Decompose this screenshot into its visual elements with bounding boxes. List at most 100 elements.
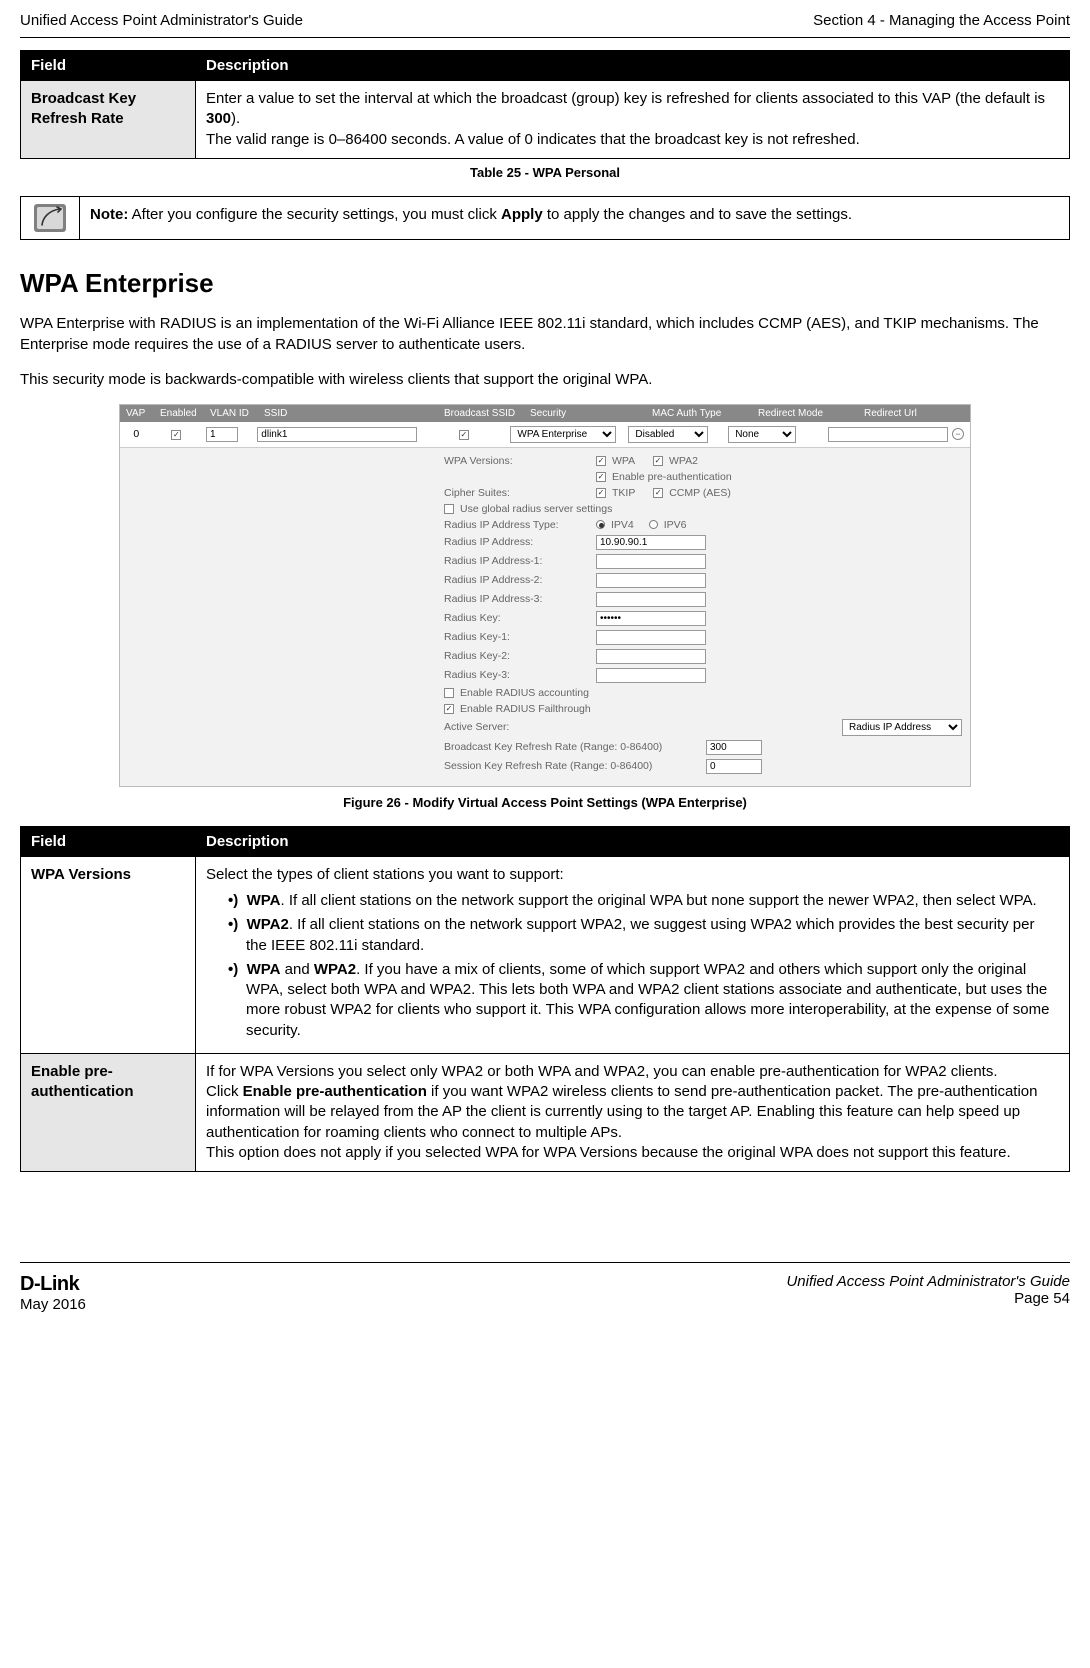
ssid-input[interactable]	[257, 427, 417, 442]
table-col-field: Field	[21, 51, 196, 81]
field-cell: WPA Versions	[21, 856, 196, 1053]
table-row: Enable pre-authentication If for WPA Ver…	[21, 1053, 1070, 1171]
note-text: Note: After you configure the security s…	[79, 197, 862, 239]
col-redirect-mode: Redirect Mode	[752, 405, 858, 422]
col-enabled: Enabled	[154, 405, 204, 422]
radius-ip2-input[interactable]	[596, 573, 706, 588]
config-panel: VAP Enabled VLAN ID SSID Broadcast SSID …	[119, 404, 971, 787]
table-row: Broadcast Key Refresh Rate Enter a value…	[21, 81, 1070, 159]
vap-row: 0 ✓ ✓ WPA Enterprise Disabled None −	[120, 422, 970, 448]
desc-cell: Select the types of client stations you …	[196, 856, 1070, 1053]
security-select[interactable]: WPA Enterprise	[510, 426, 616, 443]
wpa-versions-label: WPA Versions:	[440, 455, 590, 467]
brate-input[interactable]	[706, 740, 762, 755]
field-cell: Enable pre-authentication	[21, 1053, 196, 1171]
ip-type-label: Radius IP Address Type:	[440, 519, 590, 531]
ccmp-label: CCMP (AES)	[669, 487, 731, 499]
col-vlanid: VLAN ID	[204, 405, 258, 422]
col-vap: VAP	[120, 405, 154, 422]
config-header-row: VAP Enabled VLAN ID SSID Broadcast SSID …	[120, 405, 970, 422]
brand-logo: D-Link	[20, 1273, 79, 1295]
desc-cell: If for WPA Versions you select only WPA2…	[196, 1053, 1070, 1171]
divider	[20, 37, 1070, 38]
redirect-mode-select[interactable]: None	[728, 426, 796, 443]
wpa-label: WPA	[612, 455, 635, 467]
footer-date: May 2016	[20, 1296, 86, 1313]
radius-ip-label: Radius IP Address:	[440, 536, 590, 548]
radius-acct-label: Enable RADIUS accounting	[460, 687, 589, 699]
table-col-field: Field	[21, 826, 196, 856]
list-item: •) WPA2. If all client stations on the n…	[228, 915, 1059, 956]
radius-ip-input[interactable]	[596, 535, 706, 550]
paragraph: WPA Enterprise with RADIUS is an impleme…	[20, 313, 1070, 355]
radius-key3-input[interactable]	[596, 668, 706, 683]
radius-ip3-label: Radius IP Address-3:	[440, 593, 590, 605]
radius-key1-label: Radius Key-1:	[440, 631, 590, 643]
ipv6-radio[interactable]	[649, 520, 658, 529]
table-col-desc: Description	[196, 51, 1070, 81]
mac-auth-select[interactable]: Disabled	[628, 426, 708, 443]
wpa2-checkbox[interactable]: ✓	[653, 456, 663, 466]
radius-key-label: Radius Key:	[440, 612, 590, 624]
table-wpa-enterprise-fields: Field Description WPA Versions Select th…	[20, 826, 1070, 1172]
field-cell: Broadcast Key Refresh Rate	[21, 81, 196, 159]
table-row: WPA Versions Select the types of client …	[21, 856, 1070, 1053]
list-item: •) WPA. If all client stations on the ne…	[228, 891, 1059, 911]
radius-key-input[interactable]	[596, 611, 706, 626]
radius-failthrough-checkbox[interactable]: ✓	[444, 704, 454, 714]
radius-ip1-input[interactable]	[596, 554, 706, 569]
col-broadcast: Broadcast SSID	[438, 405, 524, 422]
divider	[20, 1262, 1070, 1263]
radius-key2-input[interactable]	[596, 649, 706, 664]
list-item: •) WPA and WPA2. If you have a mix of cl…	[228, 960, 1059, 1041]
redirect-url-input[interactable]	[828, 427, 948, 442]
radius-key1-input[interactable]	[596, 630, 706, 645]
desc-cell: Enter a value to set the interval at whi…	[196, 81, 1070, 159]
header-left: Unified Access Point Administrator's Gui…	[20, 12, 303, 29]
wpa-checkbox[interactable]: ✓	[596, 456, 606, 466]
ipv4-label: IPV4	[611, 519, 634, 531]
radius-key2-label: Radius Key-2:	[440, 650, 590, 662]
vlan-input[interactable]	[206, 427, 238, 442]
footer-right: Unified Access Point Administrator's Gui…	[786, 1273, 1070, 1313]
footer-title: Unified Access Point Administrator's Gui…	[786, 1273, 1070, 1290]
radius-key3-label: Radius Key-3:	[440, 669, 590, 681]
active-server-select[interactable]: Radius IP Address	[842, 719, 962, 736]
table-wpa-personal: Field Description Broadcast Key Refresh …	[20, 50, 1070, 159]
footer-page: Page 54	[1014, 1290, 1070, 1307]
figure-caption: Figure 26 - Modify Virtual Access Point …	[20, 795, 1070, 810]
cipher-label: Cipher Suites:	[440, 487, 590, 499]
collapse-icon[interactable]: −	[952, 428, 964, 440]
ccmp-checkbox[interactable]: ✓	[653, 488, 663, 498]
preauth-label: Enable pre-authentication	[612, 471, 732, 483]
radius-ip3-input[interactable]	[596, 592, 706, 607]
col-mac-auth: MAC Auth Type	[646, 405, 752, 422]
tkip-checkbox[interactable]: ✓	[596, 488, 606, 498]
tkip-label: TKIP	[612, 487, 635, 499]
header-right: Section 4 - Managing the Access Point	[813, 12, 1070, 29]
radius-acct-checkbox[interactable]	[444, 688, 454, 698]
global-radius-label: Use global radius server settings	[460, 503, 612, 515]
footer-left: D-Link May 2016	[20, 1273, 86, 1313]
broadcast-checkbox[interactable]: ✓	[459, 430, 469, 440]
radius-failthrough-label: Enable RADIUS Failthrough	[460, 703, 591, 715]
preauth-checkbox[interactable]: ✓	[596, 472, 606, 482]
enabled-checkbox[interactable]: ✓	[171, 430, 181, 440]
srate-label: Session Key Refresh Rate (Range: 0-86400…	[440, 760, 700, 772]
brate-label: Broadcast Key Refresh Rate (Range: 0-864…	[440, 741, 700, 753]
note-box: Note: After you configure the security s…	[20, 196, 1070, 240]
col-security: Security	[524, 405, 646, 422]
radius-ip2-label: Radius IP Address-2:	[440, 574, 590, 586]
global-radius-checkbox[interactable]	[444, 504, 454, 514]
figure-wpa-enterprise: VAP Enabled VLAN ID SSID Broadcast SSID …	[20, 404, 1070, 789]
note-icon	[21, 197, 79, 239]
paragraph: This security mode is backwards-compatib…	[20, 369, 1070, 390]
col-ssid: SSID	[258, 405, 438, 422]
ipv4-radio[interactable]	[596, 520, 605, 529]
srate-input[interactable]	[706, 759, 762, 774]
col-redirect-url: Redirect Url	[858, 405, 970, 422]
vap-index: 0	[120, 426, 153, 442]
ipv6-label: IPV6	[664, 519, 687, 531]
table-col-desc: Description	[196, 826, 1070, 856]
active-server-label: Active Server:	[440, 721, 590, 733]
